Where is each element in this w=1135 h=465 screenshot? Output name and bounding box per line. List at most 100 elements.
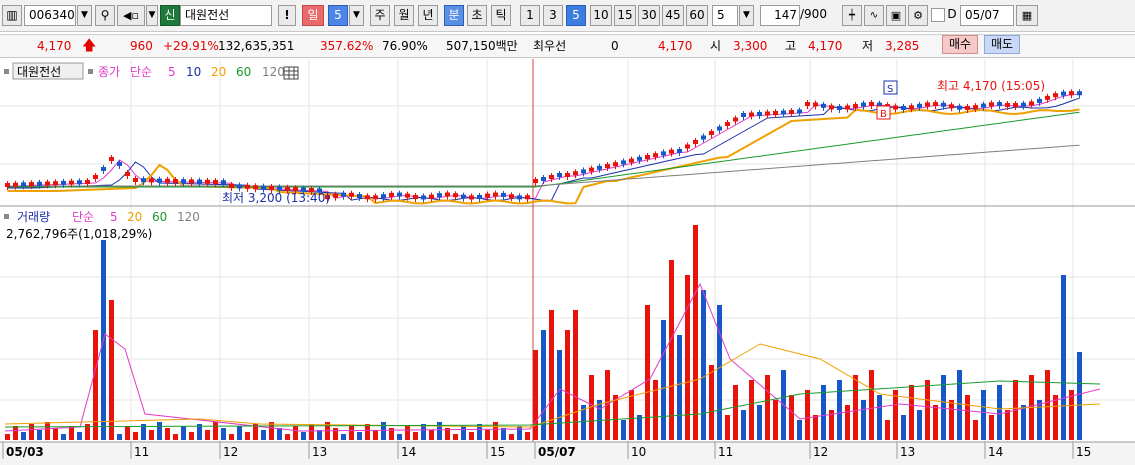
trade-amount: 507,150백만 bbox=[446, 39, 518, 53]
volume-bar-111 bbox=[893, 390, 898, 440]
interval-5[interactable]: 5 bbox=[566, 5, 586, 26]
price-change: 960 bbox=[130, 39, 153, 53]
volume-bar-92 bbox=[741, 410, 746, 440]
tab-second[interactable]: 초 bbox=[467, 5, 487, 26]
chart-svg[interactable]: 대원전선 종가 단순 5 10 20 60 120 최저 3,200 (13:4… bbox=[0, 59, 1135, 465]
date-checkbox[interactable] bbox=[931, 8, 945, 22]
volume-bar-119 bbox=[957, 370, 962, 440]
candle-body-33 bbox=[269, 186, 274, 190]
volume-bar-96 bbox=[773, 400, 778, 440]
chart-area[interactable]: 대원전선 종가 단순 5 10 20 60 120 최저 3,200 (13:4… bbox=[0, 59, 1135, 465]
volume-bar-122 bbox=[981, 390, 986, 440]
sound-dropdown-icon[interactable]: ▼ bbox=[146, 5, 158, 26]
stock-code-input[interactable]: 006340 bbox=[24, 5, 76, 26]
volume-bar-70 bbox=[565, 330, 570, 440]
count-select[interactable]: 5 bbox=[712, 5, 738, 26]
volume-bar-1 bbox=[13, 426, 18, 440]
x-label-6: 05/07 bbox=[538, 445, 576, 459]
candle-settings-icon[interactable]: ┿ bbox=[842, 5, 862, 26]
candle-body-47 bbox=[381, 194, 386, 199]
candle-body-104 bbox=[837, 105, 842, 110]
candle-body-92 bbox=[741, 113, 746, 117]
calendar-icon[interactable]: ▦ bbox=[1016, 5, 1038, 26]
candle-body-27 bbox=[221, 180, 226, 185]
candle-body-107 bbox=[861, 102, 866, 107]
interval-10[interactable]: 10 bbox=[590, 5, 612, 26]
volume-value: 2,762,796주(1,018,29%) bbox=[6, 227, 152, 241]
candle-body-124 bbox=[997, 102, 1002, 107]
volume-bar-57 bbox=[461, 426, 466, 440]
volume-bar-82 bbox=[661, 320, 666, 440]
volume-bar-84 bbox=[677, 335, 682, 440]
volume-bar-108 bbox=[869, 370, 874, 440]
candle-body-8 bbox=[69, 180, 74, 185]
volume-bar-15 bbox=[125, 426, 130, 440]
volume-bar-19 bbox=[157, 422, 162, 440]
tab-minute[interactable]: 분 bbox=[444, 5, 464, 26]
volume-bar-33 bbox=[269, 422, 274, 440]
candle-body-62 bbox=[501, 192, 506, 197]
alert-button[interactable]: ! bbox=[278, 5, 296, 26]
volume-bar-32 bbox=[261, 430, 266, 440]
volume-bar-44 bbox=[357, 432, 362, 440]
count-dropdown-icon[interactable]: ▼ bbox=[739, 5, 754, 26]
candle-body-101 bbox=[813, 102, 818, 107]
current-price: 4,170 bbox=[37, 39, 72, 53]
candle-body-57 bbox=[461, 194, 466, 199]
candle-body-23 bbox=[189, 179, 194, 184]
candle-body-58 bbox=[469, 195, 474, 200]
sell-button[interactable]: 매도 bbox=[984, 35, 1021, 54]
candle-body-32 bbox=[261, 185, 266, 190]
toolbar: ▥ 006340 ▼ ⚲ ◀▫ ▼ 신 대원전선 ! 일 5 ▼ 주 월 년 분… bbox=[0, 0, 1135, 32]
tab-week[interactable]: 주 bbox=[370, 5, 390, 26]
candle-body-69 bbox=[557, 173, 562, 177]
volume-bar-86 bbox=[693, 225, 698, 440]
volume-bar-99 bbox=[797, 420, 802, 440]
interval-45[interactable]: 45 bbox=[662, 5, 684, 26]
open-label: 시 bbox=[710, 39, 722, 53]
volume-bar-129 bbox=[1037, 400, 1042, 440]
interval-3[interactable]: 3 bbox=[543, 5, 563, 26]
tab-day-count[interactable]: 5 bbox=[328, 5, 348, 26]
buy-button[interactable]: 매수 bbox=[942, 35, 979, 54]
volume-bar-8 bbox=[69, 426, 74, 440]
draw-tool-icon[interactable]: ∿ bbox=[864, 5, 884, 26]
volume-ma-20: 20 bbox=[127, 210, 142, 224]
save-icon[interactable]: ▣ bbox=[886, 5, 906, 26]
bid-label: 최우선 bbox=[533, 39, 567, 53]
volume-bar-130 bbox=[1045, 370, 1050, 440]
table-icon[interactable] bbox=[283, 66, 299, 80]
date-input[interactable]: 05/07 bbox=[960, 5, 1014, 26]
tab-year[interactable]: 년 bbox=[418, 5, 438, 26]
up-arrow-icon: 🡅 bbox=[82, 38, 97, 54]
chart-type-icon[interactable]: ▥ bbox=[2, 5, 22, 26]
legend-ma-20: 20 bbox=[211, 65, 226, 79]
x-label-11: 14 bbox=[988, 445, 1003, 459]
tab-day[interactable]: 일 bbox=[302, 5, 324, 26]
search-icon[interactable]: ⚲ bbox=[95, 5, 115, 26]
volume-bar-120 bbox=[965, 395, 970, 440]
volume-label: 거래량 bbox=[17, 210, 50, 224]
tab-month[interactable]: 월 bbox=[394, 5, 414, 26]
volume-bar-93 bbox=[749, 380, 754, 440]
interval-15[interactable]: 15 bbox=[614, 5, 636, 26]
tab-tick[interactable]: 틱 bbox=[491, 5, 511, 26]
volume-bar-28 bbox=[229, 434, 234, 440]
interval-1[interactable]: 1 bbox=[520, 5, 540, 26]
gear-icon[interactable]: ⚙ bbox=[908, 5, 928, 26]
sound-icon[interactable]: ◀▫ bbox=[117, 5, 145, 26]
stock-name-field[interactable]: 대원전선 bbox=[180, 5, 272, 26]
volume-bar-18 bbox=[149, 430, 154, 440]
interval-30[interactable]: 30 bbox=[638, 5, 660, 26]
legend-ma-5: 5 bbox=[168, 65, 176, 79]
interval-60[interactable]: 60 bbox=[686, 5, 708, 26]
candle-body-88 bbox=[709, 131, 714, 135]
candle-body-4 bbox=[37, 181, 42, 186]
volume-bar-101 bbox=[813, 415, 818, 440]
code-dropdown-icon[interactable]: ▼ bbox=[77, 5, 92, 26]
candle-body-130 bbox=[1045, 95, 1050, 100]
count-input[interactable]: 147 bbox=[760, 5, 800, 26]
candle-body-73 bbox=[589, 167, 594, 172]
day-count-dropdown-icon[interactable]: ▼ bbox=[349, 5, 364, 26]
volume-bar-4 bbox=[37, 430, 42, 440]
